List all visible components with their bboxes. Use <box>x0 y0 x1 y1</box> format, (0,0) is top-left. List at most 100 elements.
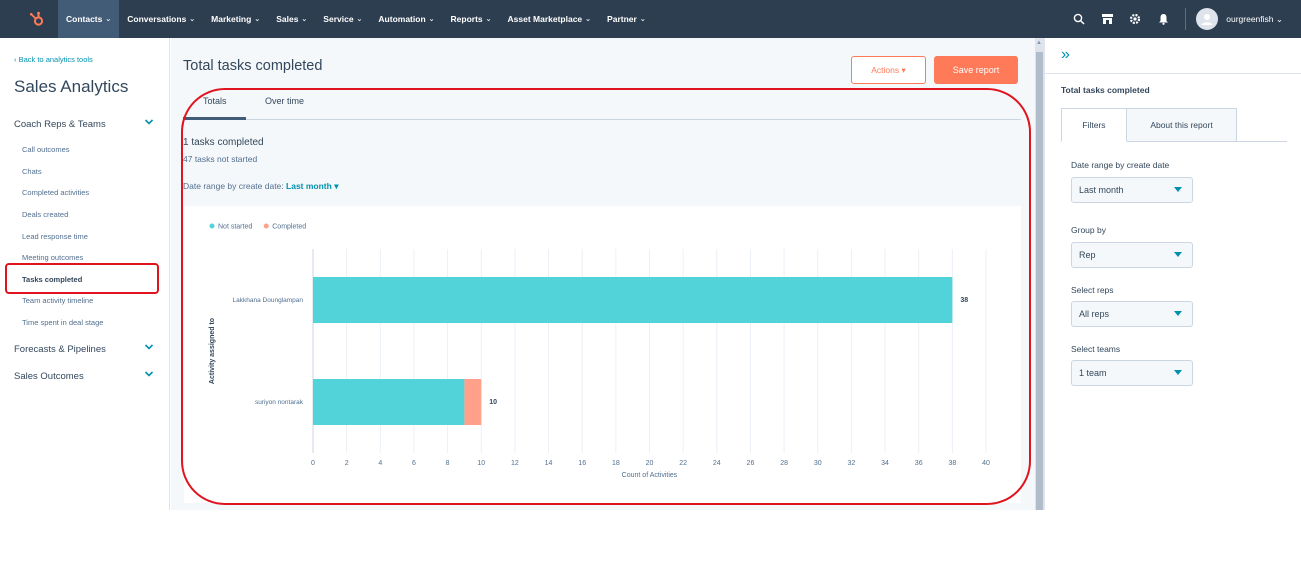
tab-about-this-report[interactable]: About this report <box>1127 108 1237 142</box>
sidebar-item-completed-activities[interactable]: Completed activities <box>22 188 89 197</box>
section-sales-outcomes[interactable]: Sales Outcomes <box>14 371 154 382</box>
report-tabs: Totals Over time <box>183 94 1021 120</box>
nav-utilities: ourgreenfish ⌄ <box>1067 0 1301 38</box>
filter-label-select-reps: Select reps <box>1071 285 1114 295</box>
chevron-left-icon: ‹ <box>14 55 17 64</box>
caret-down-icon: ▾ <box>901 64 906 75</box>
x-tick-label: 28 <box>780 460 788 467</box>
save-report-button[interactable]: Save report <box>934 56 1018 84</box>
x-tick-label: 10 <box>477 460 485 467</box>
main-menu: Contacts ⌄ Conversations ⌄ Marketing ⌄ Sale… <box>58 0 654 38</box>
collapse-panel-icon[interactable]: » <box>1061 46 1070 64</box>
chevron-down-icon: ⌄ <box>356 16 363 23</box>
date-range-value: Last month <box>286 181 332 191</box>
panel-tabs: Filters About this report <box>1061 108 1287 142</box>
notifications-bell-icon[interactable] <box>1151 0 1175 38</box>
caret-down-icon <box>1174 252 1182 257</box>
sidebar-item-chats[interactable]: Chats <box>22 167 42 176</box>
nav-sales[interactable]: Sales ⌄ <box>268 0 315 38</box>
group-by-select[interactable]: Rep <box>1071 242 1193 268</box>
bar-total-label: 10 <box>489 399 497 406</box>
nav-contacts[interactable]: Contacts ⌄ <box>58 0 120 38</box>
vertical-scrollbar[interactable]: ▲ <box>1035 38 1044 510</box>
x-tick-label: 30 <box>814 460 822 467</box>
hubspot-logo-icon[interactable] <box>20 0 54 38</box>
select-value: Last month <box>1079 185 1124 195</box>
sidebar-item-lead-response-time[interactable]: Lead response time <box>22 232 88 241</box>
nav-marketing[interactable]: Marketing ⌄ <box>203 0 268 38</box>
panel-title: Total tasks completed <box>1061 85 1150 95</box>
caret-down-icon <box>1174 187 1182 192</box>
date-range-filter: Date range by create date: Last month ▾ <box>183 181 339 192</box>
x-tick-label: 38 <box>948 460 956 467</box>
panel-divider <box>1045 73 1301 74</box>
select-teams-select[interactable]: 1 team <box>1071 360 1193 386</box>
x-tick-label: 2 <box>345 460 349 467</box>
filter-label-group-by: Group by <box>1071 225 1106 235</box>
back-link[interactable]: ‹ Back to analytics tools <box>14 55 93 64</box>
section-forecasts-pipelines[interactable]: Forecasts & Pipelines <box>14 344 154 355</box>
x-tick-label: 18 <box>612 460 620 467</box>
legend-label: Not started <box>218 224 252 231</box>
date-range-select[interactable]: Last month <box>1071 177 1193 203</box>
sidebar-item-meeting-outcomes[interactable]: Meeting outcomes <box>22 253 83 262</box>
x-tick-label: 8 <box>446 460 450 467</box>
chevron-down-icon <box>144 370 154 381</box>
select-value: Rep <box>1079 250 1096 260</box>
back-link-label: Back to analytics tools <box>18 55 93 64</box>
page-title: Sales Analytics <box>14 77 129 96</box>
nav-service[interactable]: Service ⌄ <box>315 0 370 38</box>
account-name: ourgreenfish <box>1226 13 1274 24</box>
tab-over-time[interactable]: Over time <box>265 96 304 106</box>
section-label: Coach Reps & Teams <box>14 119 106 130</box>
bar-not-started <box>313 379 465 425</box>
x-tick-label: 34 <box>881 460 889 467</box>
tab-filters[interactable]: Filters <box>1061 108 1127 142</box>
nav-reports[interactable]: Reports ⌄ <box>443 0 500 38</box>
section-label: Sales Outcomes <box>14 371 84 382</box>
scrollbar-thumb[interactable] <box>1036 52 1043 510</box>
section-label: Forecasts & Pipelines <box>14 344 106 355</box>
nav-label: Contacts <box>66 14 103 24</box>
legend-label: Completed <box>272 224 306 231</box>
marketplace-icon[interactable] <box>1095 0 1119 38</box>
chevron-down-icon <box>144 118 154 129</box>
x-tick-label: 32 <box>848 460 856 467</box>
actions-button[interactable]: Actions ▾ <box>851 56 926 84</box>
nav-partner[interactable]: Partner ⌄ <box>599 0 654 38</box>
nav-label: Conversations <box>127 14 187 24</box>
x-tick-label: 4 <box>378 460 382 467</box>
bar-completed <box>464 379 482 425</box>
x-tick-label: 22 <box>679 460 687 467</box>
sidebar-item-time-spent-in-deal-stage[interactable]: Time spent in deal stage <box>22 318 103 327</box>
nav-automation[interactable]: Automation ⌄ <box>370 0 442 38</box>
sidebar-item-team-activity-timeline[interactable]: Team activity timeline <box>22 296 93 305</box>
sidebar-item-call-outcomes[interactable]: Call outcomes <box>22 145 70 154</box>
x-tick-label: 0 <box>311 460 315 467</box>
avatar[interactable] <box>1196 8 1219 30</box>
nav-label: Sales <box>276 14 299 24</box>
x-tick-label: 14 <box>545 460 553 467</box>
search-icon[interactable] <box>1067 0 1091 38</box>
scroll-up-arrow-icon[interactable]: ▲ <box>1036 40 1042 46</box>
x-tick-label: 20 <box>646 460 654 467</box>
nav-label: Reports <box>450 14 483 24</box>
tasks-not-started-stat: 47 tasks not started <box>183 154 258 164</box>
settings-gear-icon[interactable] <box>1123 0 1147 38</box>
account-menu[interactable]: ourgreenfish ⌄ <box>1226 14 1283 25</box>
date-range-dropdown[interactable]: Last month ▾ <box>286 181 338 191</box>
section-coach-reps-teams[interactable]: Coach Reps & Teams <box>14 119 154 130</box>
x-tick-label: 12 <box>511 460 519 467</box>
x-tick-label: 26 <box>747 460 755 467</box>
x-axis-title: Count of Activities <box>622 472 678 479</box>
legend-swatch <box>209 223 215 229</box>
select-reps-select[interactable]: All reps <box>1071 301 1193 327</box>
tab-totals[interactable]: Totals <box>203 96 227 106</box>
nav-asset-marketplace[interactable]: Asset Marketplace ⌄ <box>500 0 600 38</box>
x-tick-label: 16 <box>578 460 586 467</box>
x-tick-label: 40 <box>982 460 990 467</box>
sidebar-item-deals-created[interactable]: Deals created <box>22 210 68 219</box>
chevron-down-icon: ⌄ <box>428 16 435 23</box>
chart-card: 0 2 4 6 8 10 12 14 16 18 20 22 24 26 28 30 32 34 36 38 40 Lak… <box>184 206 1021 503</box>
nav-conversations[interactable]: Conversations ⌄ <box>119 0 203 38</box>
